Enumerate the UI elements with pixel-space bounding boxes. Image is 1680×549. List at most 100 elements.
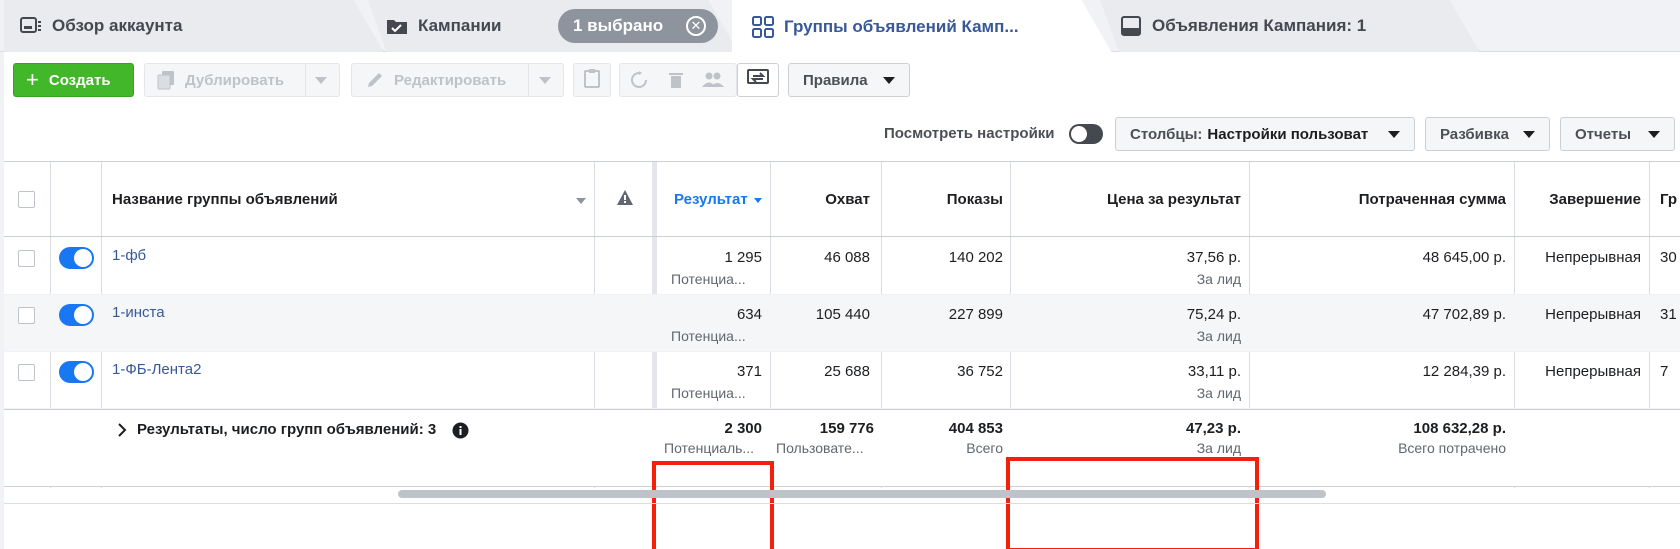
total-cost-value: 47,23 р. [1185, 420, 1241, 437]
table-row[interactable]: 1-фб 1 295 Потенциа... 46 088 140 202 37… [4, 238, 1680, 295]
table-row[interactable]: 1-ФБ-Лента2 371 Потенциа... 25 688 36 75… [4, 352, 1680, 409]
total-spent-value: 108 632,28 р. [1413, 420, 1506, 437]
ad-set-name-link[interactable]: 1-фб [112, 247, 146, 264]
clipboard-icon [584, 68, 600, 92]
action-icon-group [619, 63, 737, 97]
tab-bar: Обзор аккаунта Кампании 1 выбрано ✕ Груп… [0, 0, 1680, 53]
horizontal-scrollbar[interactable] [4, 487, 1680, 499]
people-icon[interactable] [702, 72, 724, 92]
tab-ad-sets[interactable]: Группы объявлений Камп... [732, 0, 1112, 53]
cost-subtitle: За лид [1196, 385, 1241, 401]
table-row[interactable]: 1-инста 634 Потенциа... 105 440 227 899 … [4, 295, 1680, 352]
select-all-checkbox[interactable] [18, 191, 35, 208]
plus-icon: + [26, 67, 39, 92]
tab-ads[interactable]: Объявления Кампания: 1 [1100, 0, 1480, 52]
duplicate-label: Дублировать [185, 71, 285, 89]
row-toggle[interactable] [59, 304, 94, 326]
cost-subtitle: За лид [1196, 328, 1241, 344]
edit-dropdown-icon[interactable] [539, 77, 551, 84]
toggle-knob [1071, 126, 1087, 142]
total-reach-subtitle: Пользовате... [776, 440, 864, 456]
results-sort-icon[interactable] [754, 198, 762, 203]
warning-icon [617, 190, 633, 209]
edit-button[interactable]: Редактировать [351, 63, 564, 97]
header-name[interactable]: Название группы объявлений [112, 191, 338, 208]
duplicate-dropdown-icon[interactable] [315, 77, 327, 84]
results-value: 634 [736, 306, 762, 323]
chevron-right-icon[interactable] [116, 422, 128, 443]
account-overview-icon [20, 16, 42, 36]
row-checkbox[interactable] [18, 307, 35, 324]
header-results[interactable]: Результат [674, 191, 752, 208]
tab-account-overview[interactable]: Обзор аккаунта [4, 0, 384, 52]
row-checkbox[interactable] [18, 364, 35, 381]
cost-value: 37,56 р. [1186, 249, 1241, 266]
columns-button[interactable]: Столбцы: Настройки пользоват [1115, 117, 1415, 151]
compare-icon [747, 68, 769, 92]
tab-label: Обзор аккаунта [52, 16, 183, 35]
scrollbar-thumb[interactable] [398, 490, 1326, 498]
create-label: Создать [48, 71, 111, 89]
cost-subtitle: За лид [1196, 271, 1241, 287]
trash-icon[interactable] [668, 71, 684, 93]
ad-sets-panel: + Создать Дублировать Редактировать Прав… [4, 52, 1680, 549]
reach-value: 105 440 [815, 306, 870, 323]
results-value: 1 295 [724, 249, 762, 266]
tab-label: Кампании [418, 16, 502, 35]
header-cost-per-result[interactable]: Цена за результат [1010, 191, 1241, 208]
view-settings-toggle[interactable] [1069, 124, 1103, 144]
clipboard-button[interactable] [573, 63, 611, 97]
ad-set-name-link[interactable]: 1-ФБ-Лента2 [112, 361, 201, 378]
totals-label: Результаты, число групп объявлений: 3 [137, 421, 437, 438]
ad-icon [1120, 16, 1142, 36]
results-subtitle: Потенциа... [671, 385, 746, 401]
duplicate-button[interactable]: Дублировать [144, 63, 340, 97]
header-reach[interactable]: Охват [770, 191, 870, 208]
split-divider [528, 64, 529, 96]
total-spent-subtitle: Всего потрачено [1398, 440, 1506, 456]
budget-value: 7 [1660, 363, 1669, 380]
row-checkbox[interactable] [18, 250, 35, 267]
results-value: 371 [736, 363, 762, 380]
duplicate-icon [157, 70, 175, 90]
reports-label: Отчеты [1575, 125, 1632, 143]
total-reach-value: 159 776 [819, 420, 874, 437]
refresh-icon[interactable] [630, 71, 648, 93]
view-settings-label: Посмотреть настройки [884, 125, 1055, 142]
row-toggle[interactable] [59, 247, 94, 269]
info-icon[interactable] [452, 422, 469, 444]
create-button[interactable]: + Создать [13, 63, 134, 97]
folder-check-icon [386, 16, 408, 36]
columns-prefix: Столбцы: [1130, 125, 1203, 143]
cost-value: 75,24 р. [1186, 306, 1241, 323]
total-results-value: 2 300 [724, 420, 762, 437]
breakdown-label: Разбивка [1440, 125, 1509, 143]
reports-button[interactable]: Отчеты [1560, 117, 1675, 151]
rules-dropdown-icon [883, 77, 895, 84]
clear-selection-icon[interactable]: ✕ [686, 16, 706, 36]
row-toggle[interactable] [59, 361, 94, 383]
pencil-icon [366, 71, 384, 89]
ad-sets-table: Название группы объявлений Результат Охв… [4, 161, 1680, 549]
rules-button[interactable]: Правила [788, 63, 910, 97]
name-sort-icon[interactable] [576, 198, 586, 204]
header-budget[interactable]: Гр [1660, 191, 1677, 208]
split-divider [305, 64, 306, 96]
budget-value: 31 [1660, 306, 1677, 323]
columns-dropdown-icon [1388, 131, 1400, 138]
switch-knob [74, 363, 92, 381]
header-amount-spent[interactable]: Потраченная сумма [1249, 191, 1506, 208]
impressions-value: 227 899 [948, 306, 1003, 323]
grid-icon [752, 15, 774, 38]
breakdown-button[interactable]: Разбивка [1425, 117, 1550, 151]
total-impressions-value: 404 853 [948, 420, 1003, 437]
ad-set-name-link[interactable]: 1-инста [112, 304, 165, 321]
selected-count-pill[interactable]: 1 выбрано ✕ [558, 9, 718, 43]
header-impressions[interactable]: Показы [881, 191, 1003, 208]
totals-row: Результаты, число групп объявлений: 3 2 … [4, 409, 1680, 487]
table-header: Название группы объявлений Результат Охв… [4, 162, 1680, 237]
header-ending[interactable]: Завершение [1514, 191, 1641, 208]
total-impressions-subtitle: Всего [966, 440, 1003, 456]
results-highlight-box [652, 461, 774, 549]
compare-button[interactable] [737, 63, 779, 97]
